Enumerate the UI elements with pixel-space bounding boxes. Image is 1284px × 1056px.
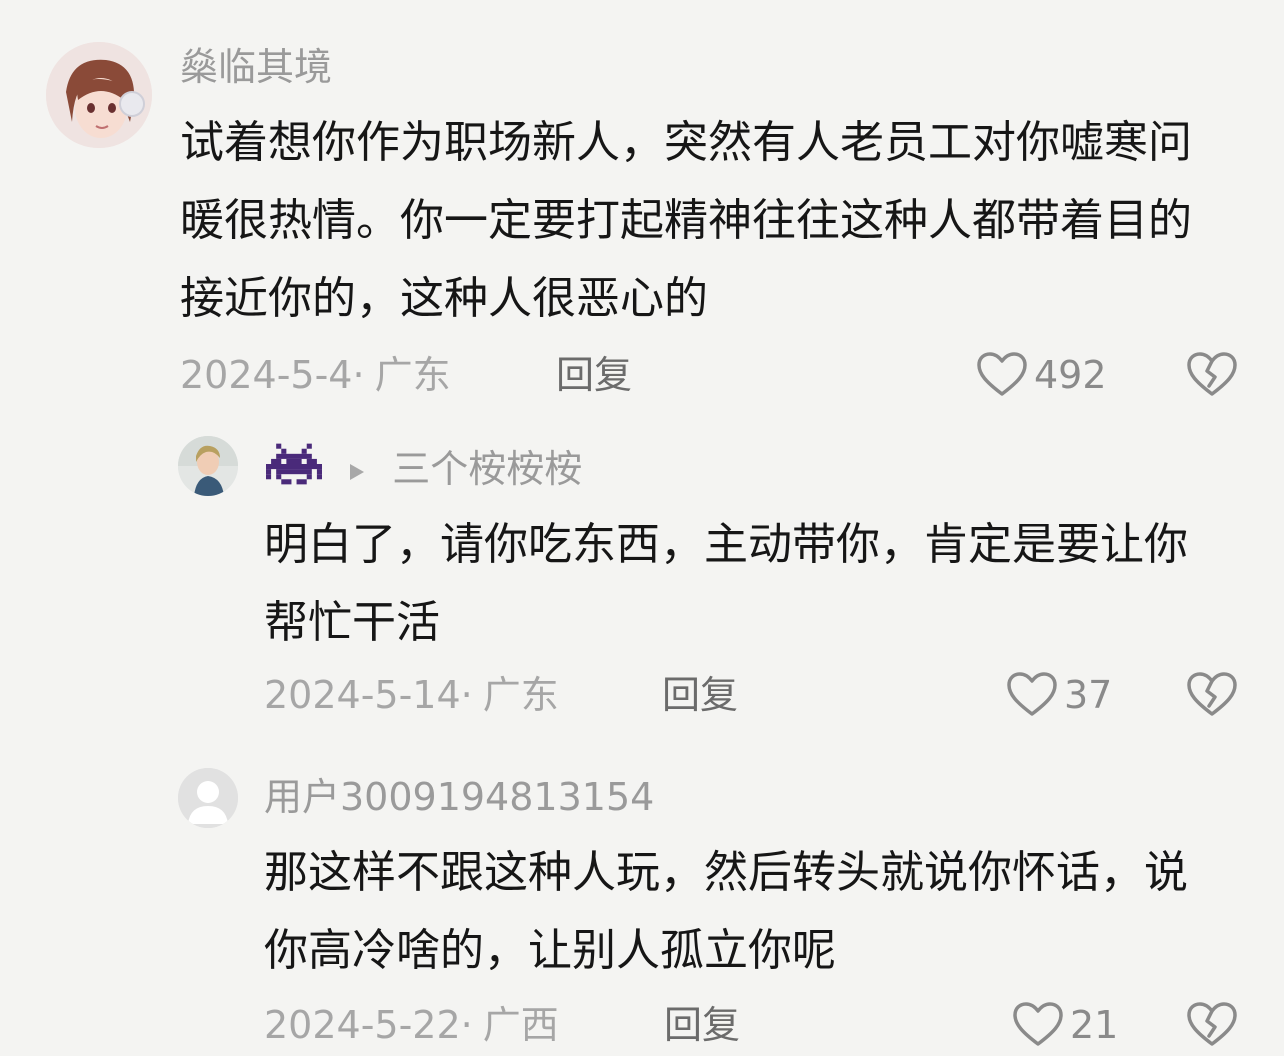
space-invader-icon xyxy=(266,442,322,496)
heart-icon xyxy=(1007,672,1057,716)
comment-meta: 2024-5-22· 广西 xyxy=(264,1002,559,1048)
comment-text: 明白了，请你吃东西，主动带你，肯定是要让你帮忙干活 xyxy=(264,519,1188,648)
comment-location: 广东 xyxy=(482,673,559,717)
heart-icon xyxy=(1013,1002,1063,1046)
heart-icon xyxy=(977,352,1027,396)
reply-button[interactable]: 回复 xyxy=(556,352,632,398)
dislike-button[interactable] xyxy=(1186,1002,1238,1052)
avatar[interactable] xyxy=(178,768,238,828)
username[interactable]: 用户3009194813154 xyxy=(264,774,654,820)
reply-button[interactable]: 回复 xyxy=(664,1002,740,1048)
comment-date: 2024-5-14· xyxy=(264,673,473,717)
like-count: 492 xyxy=(1034,353,1107,397)
username[interactable]: 三个桉桉桉 xyxy=(266,442,582,496)
broken-heart-icon xyxy=(1187,672,1237,716)
reply-arrow-icon xyxy=(348,446,366,492)
comment-date: 2024-5-4· xyxy=(180,353,365,397)
broken-heart-icon xyxy=(1187,352,1237,396)
comment-text: 那这样不跟这种人玩，然后转头就说你怀话，说你高冷啥的，让别人孤立你呢 xyxy=(264,847,1188,976)
avatar[interactable] xyxy=(46,42,152,148)
comment-meta: 2024-5-4· 广东 xyxy=(180,352,451,398)
dislike-button[interactable] xyxy=(1186,672,1238,722)
like-count: 37 xyxy=(1064,673,1113,717)
reply-to-username[interactable]: 三个桉桉桉 xyxy=(392,447,582,491)
comment-meta: 2024-5-14· 广东 xyxy=(264,672,559,718)
avatar[interactable] xyxy=(178,436,238,496)
comment-date: 2024-5-22· xyxy=(264,1003,473,1047)
username[interactable]: 燊临其境 xyxy=(180,44,332,90)
like-button[interactable]: 492 xyxy=(976,352,1107,398)
broken-heart-icon xyxy=(1187,1002,1237,1046)
like-button[interactable]: 37 xyxy=(1006,672,1112,718)
like-count: 21 xyxy=(1070,1003,1119,1047)
comment-location: 广东 xyxy=(374,353,451,397)
like-button[interactable]: 21 xyxy=(1012,1002,1118,1048)
reply-button[interactable]: 回复 xyxy=(662,672,738,718)
comment-location: 广西 xyxy=(482,1003,559,1047)
comment-text: 试着想你作为职场新人，突然有人老员工对你嘘寒问暖很热情。你一定要打起精神往往这种… xyxy=(180,117,1192,324)
dislike-button[interactable] xyxy=(1186,352,1238,402)
